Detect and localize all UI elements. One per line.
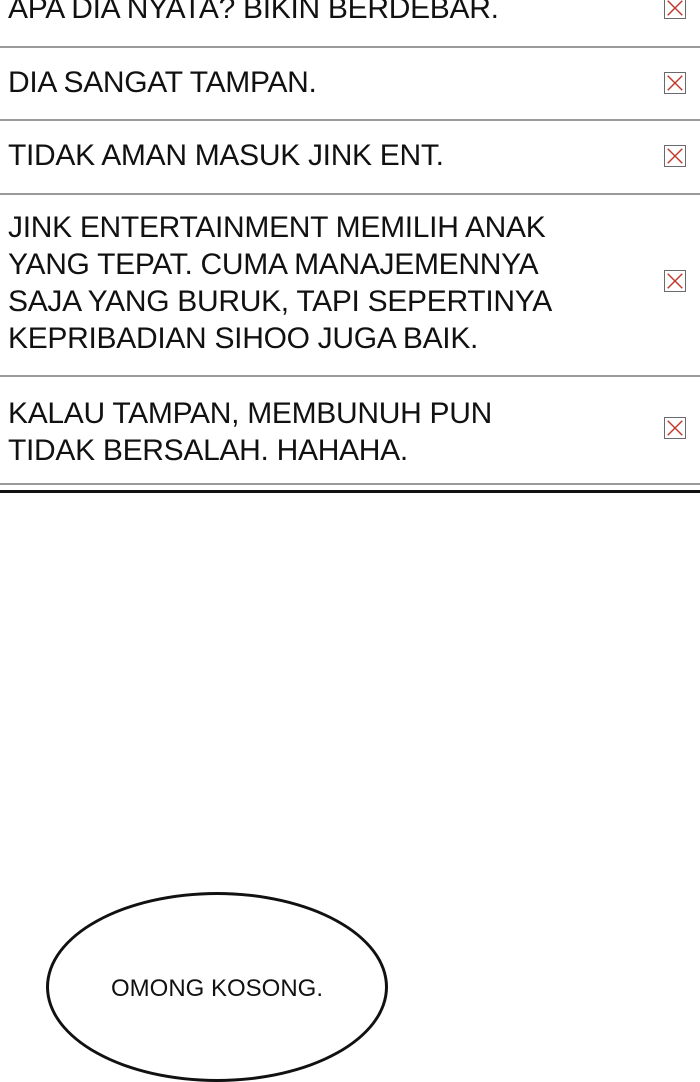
close-box-icon bbox=[667, 273, 683, 289]
delete-comment-button[interactable] bbox=[664, 72, 686, 94]
delete-comment-button[interactable] bbox=[664, 270, 686, 292]
comment-item: TIDAK AMAN MASUK JINK ENT. bbox=[0, 121, 700, 195]
comment-text: KALAU TAMPAN, MEMBUNUH PUN TIDAK BERSALA… bbox=[8, 397, 492, 467]
close-box-icon bbox=[667, 75, 683, 91]
list-end-divider bbox=[0, 490, 700, 493]
comment-item: APA DIA NYATA? BIKIN BERDEBAR. bbox=[0, 0, 700, 48]
comment-text: APA DIA NYATA? BIKIN BERDEBAR. bbox=[8, 0, 499, 25]
close-box-icon bbox=[667, 420, 683, 436]
comment-text: JINK ENTERTAINMENT MEMILIH ANAK YANG TEP… bbox=[8, 211, 552, 355]
close-box-icon bbox=[667, 0, 683, 16]
comment-item: JINK ENTERTAINMENT MEMILIH ANAK YANG TEP… bbox=[0, 195, 700, 377]
comment-text: TIDAK AMAN MASUK JINK ENT. bbox=[8, 139, 444, 172]
comment-item: KALAU TAMPAN, MEMBUNUH PUN TIDAK BERSALA… bbox=[0, 377, 700, 485]
comment-text: DIA SANGAT TAMPAN. bbox=[8, 66, 317, 99]
comment-item: DIA SANGAT TAMPAN. bbox=[0, 48, 700, 121]
delete-comment-button[interactable] bbox=[664, 145, 686, 167]
close-box-icon bbox=[667, 148, 683, 164]
delete-comment-button[interactable] bbox=[664, 417, 686, 439]
delete-comment-button[interactable] bbox=[664, 0, 686, 19]
